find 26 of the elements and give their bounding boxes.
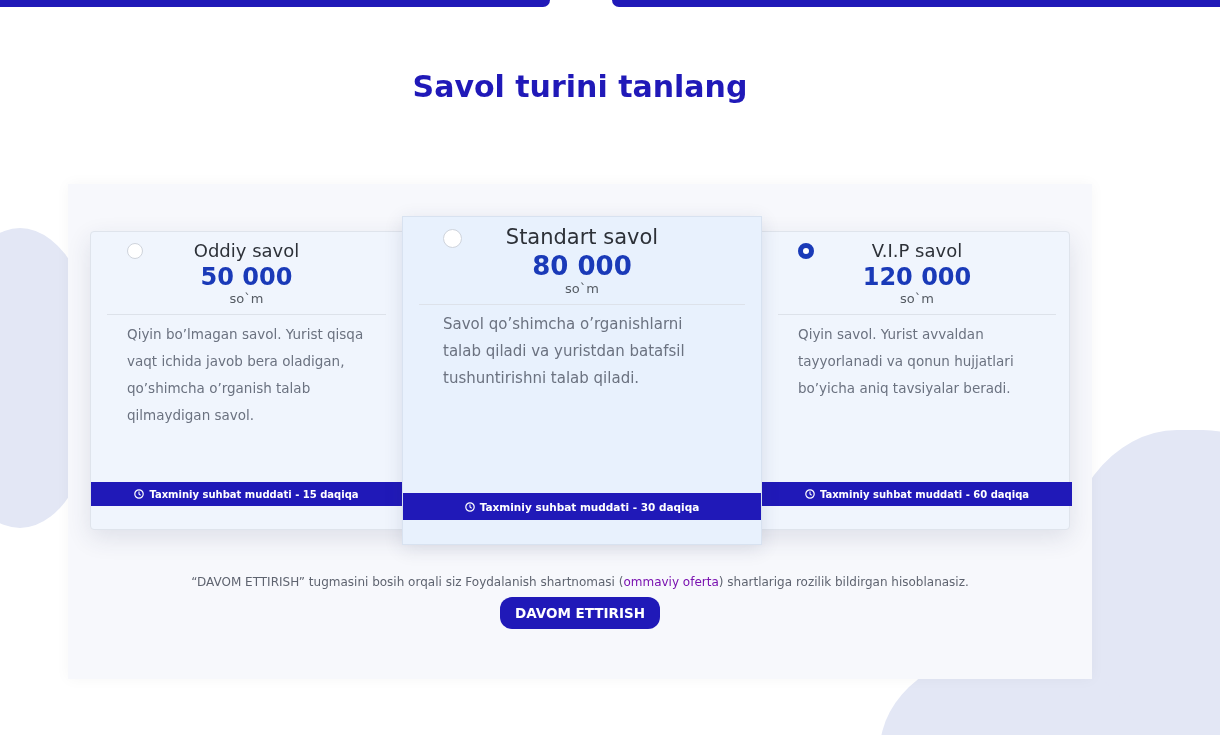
plan-price: 120 000 bbox=[861, 263, 973, 291]
radio-button[interactable] bbox=[798, 243, 814, 259]
plan-description: Savol qo’shimcha o’rganishlarni talab qiladi va yuristdan batafsil tushuntirishni talab qiladi. bbox=[442, 314, 686, 389]
clock-icon bbox=[464, 501, 475, 512]
offer-link[interactable]: ommaviy oferta bbox=[623, 575, 719, 589]
continue-button[interactable]: DAVOM ETTIRISH bbox=[500, 597, 660, 629]
clock-icon bbox=[134, 489, 145, 499]
plan-price: 80 000 bbox=[531, 251, 633, 281]
plan-name: V.I.P savol bbox=[871, 240, 963, 261]
clock-icon bbox=[804, 489, 815, 499]
duration-text: Taxminiy suhbat muddati - 30 daqiqa bbox=[479, 500, 700, 513]
plan-card[interactable]: Standart savol 80 000 so`m Savol qo’shimcha o’rganishlarni talab qiladi va yuristdan batafsil tushuntirishni talab qiladi. Taxminiy suhbat muddati - 30 daqiqa bbox=[402, 216, 762, 545]
plan-price: 50 000 bbox=[199, 263, 294, 291]
plan-description: Qiyin savol. Yurist avvaldan tayyorlanadi va qonun hujjatlari bo’yicha aniq tavsiyalar beradi. bbox=[797, 325, 1015, 398]
plan-card[interactable]: Oddiy savol 50 000 so`m Qiyin bo’lmagan savol. Yurist qisqa vaqt ichida javob bera oladigan, qo’shimcha o’rganish talab qilmaydigan savol. Taxminiy suhbat muddati - 15 daqiqa bbox=[91, 232, 402, 529]
currency-label: so`m bbox=[564, 281, 600, 296]
currency-label: so`m bbox=[228, 291, 265, 306]
currency-label: so`m bbox=[899, 291, 935, 306]
plan-card[interactable]: V.I.P savol 120 000 so`m Qiyin savol. Yurist avvaldan tayyorlanadi va qonun hujjatlari bo’yicha aniq tavsiyalar beradi. Taxminiy suhbat muddati - 60 daqiqa bbox=[762, 232, 1072, 529]
duration-text: Taxminiy suhbat muddati - 15 daqiqa bbox=[149, 488, 359, 500]
duration-text: Taxminiy suhbat muddati - 60 daqiqa bbox=[819, 488, 1030, 500]
plan-name: Oddiy savol bbox=[193, 240, 300, 261]
agreement-notice: “DAVOM ETTIRISH” tugmasini bosih orqali siz Foydalanish shartnomasi (ommaviy oferta) shartlariga rozilik bildirgan hisoblanasiz. bbox=[190, 575, 970, 589]
plan-name: Standart savol bbox=[505, 225, 659, 249]
page-title: Savol turini tanlang bbox=[412, 69, 748, 104]
plan-description: Qiyin bo’lmagan savol. Yurist qisqa vaqt ichida javob bera oladigan, qo’shimcha o’rganish talab qilmaydigan savol. bbox=[126, 325, 365, 425]
